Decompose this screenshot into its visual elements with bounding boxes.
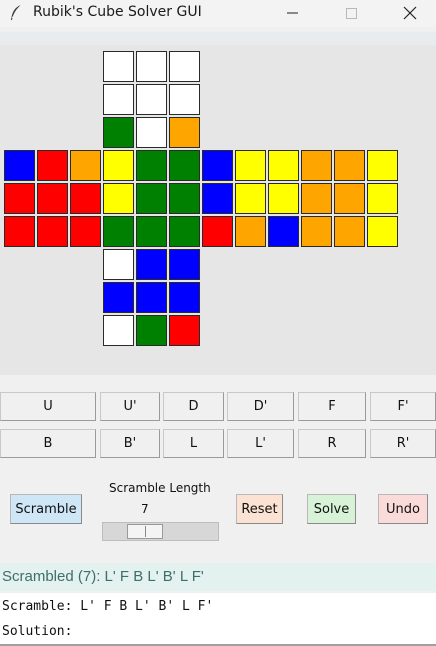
sticker-up-1-2 (169, 84, 200, 115)
sticker-left-1-1 (37, 183, 68, 214)
sticker-left-0-1 (37, 150, 68, 181)
sticker-right-2-1 (235, 216, 266, 247)
sticker-back-2-0 (301, 216, 332, 247)
sticker-down-0-2 (169, 249, 200, 280)
sticker-back-1-0 (301, 183, 332, 214)
move-d-button[interactable]: D (163, 392, 224, 421)
cube-net-canvas (0, 32, 436, 375)
move-l-prime-button[interactable]: L' (227, 429, 294, 458)
move-l-button[interactable]: L (163, 429, 224, 458)
scramble-length-value: 7 (141, 502, 149, 516)
sticker-right-1-0 (202, 183, 233, 214)
status-label: Scrambled (7): L' F B L' B' L F' (0, 563, 436, 591)
close-button[interactable] (388, 0, 432, 27)
solve-button[interactable]: Solve (307, 494, 356, 524)
scramble-length-slider[interactable] (102, 522, 219, 541)
move-b-prime-button[interactable]: B' (100, 429, 160, 458)
sticker-up-0-0 (103, 51, 134, 82)
sticker-right-0-1 (235, 150, 266, 181)
sticker-front-1-1 (136, 183, 167, 214)
title-bar: Rubik's Cube Solver GUI (0, 0, 436, 27)
sticker-down-1-2 (169, 282, 200, 313)
sticker-left-0-2 (70, 150, 101, 181)
reset-button[interactable]: Reset (236, 494, 283, 524)
feather-icon (8, 4, 24, 22)
sticker-left-1-0 (4, 183, 35, 214)
sticker-right-2-0 (202, 216, 233, 247)
sticker-back-1-2 (367, 183, 398, 214)
sticker-up-2-1 (136, 117, 167, 148)
sticker-up-1-1 (136, 84, 167, 115)
sticker-up-2-0 (103, 117, 134, 148)
move-r-prime-button[interactable]: R' (370, 429, 436, 458)
sticker-front-1-2 (169, 183, 200, 214)
move-r-button[interactable]: R (298, 429, 366, 458)
close-icon (403, 6, 417, 20)
move-u-prime-button[interactable]: U' (100, 392, 160, 421)
scramble-output-line: Scramble: L' F B L' B' L F' (2, 599, 214, 614)
sticker-up-1-0 (103, 84, 134, 115)
sticker-back-0-2 (367, 150, 398, 181)
sticker-right-1-2 (268, 183, 299, 214)
sticker-front-1-0 (103, 183, 134, 214)
sticker-up-2-2 (169, 117, 200, 148)
move-d-prime-button[interactable]: D' (227, 392, 294, 421)
sticker-down-2-0 (103, 315, 134, 346)
move-b-button[interactable]: B (0, 429, 96, 458)
sticker-up-0-2 (169, 51, 200, 82)
sticker-left-2-2 (70, 216, 101, 247)
window-title: Rubik's Cube Solver GUI (33, 4, 202, 20)
sticker-down-2-1 (136, 315, 167, 346)
sticker-back-2-2 (367, 216, 398, 247)
sticker-front-2-0 (103, 216, 134, 247)
sticker-down-1-1 (136, 282, 167, 313)
sticker-right-1-1 (235, 183, 266, 214)
slider-thumb[interactable] (127, 524, 163, 539)
canvas-top-strip (0, 32, 436, 45)
sticker-down-0-1 (136, 249, 167, 280)
sticker-left-1-2 (70, 183, 101, 214)
sticker-back-0-1 (334, 150, 365, 181)
sticker-left-2-1 (37, 216, 68, 247)
sticker-up-0-1 (136, 51, 167, 82)
sticker-front-0-1 (136, 150, 167, 181)
sticker-down-1-0 (103, 282, 134, 313)
sticker-back-0-0 (301, 150, 332, 181)
scramble-length-label: Scramble Length (109, 481, 211, 495)
sticker-down-2-2 (169, 315, 200, 346)
move-u-button[interactable]: U (0, 392, 96, 421)
sticker-front-0-2 (169, 150, 200, 181)
minimize-icon (287, 12, 298, 14)
sticker-left-2-0 (4, 216, 35, 247)
sticker-right-0-0 (202, 150, 233, 181)
minimize-button[interactable] (270, 0, 314, 27)
sticker-down-0-0 (103, 249, 134, 280)
maximize-button[interactable] (329, 0, 373, 27)
output-textbox[interactable]: Scramble: L' F B L' B' L F' Solution: (0, 593, 436, 644)
maximize-icon (346, 8, 357, 19)
scramble-button[interactable]: Scramble (10, 494, 82, 524)
undo-button[interactable]: Undo (378, 494, 428, 524)
sticker-front-2-1 (136, 216, 167, 247)
sticker-back-2-1 (334, 216, 365, 247)
sticker-front-0-0 (103, 150, 134, 181)
sticker-right-2-2 (268, 216, 299, 247)
move-f-button[interactable]: F (298, 392, 366, 421)
sticker-back-1-1 (334, 183, 365, 214)
solution-output-line: Solution: (2, 624, 73, 639)
sticker-front-2-2 (169, 216, 200, 247)
sticker-left-0-0 (4, 150, 35, 181)
move-f-prime-button[interactable]: F' (370, 392, 436, 421)
sticker-right-0-2 (268, 150, 299, 181)
